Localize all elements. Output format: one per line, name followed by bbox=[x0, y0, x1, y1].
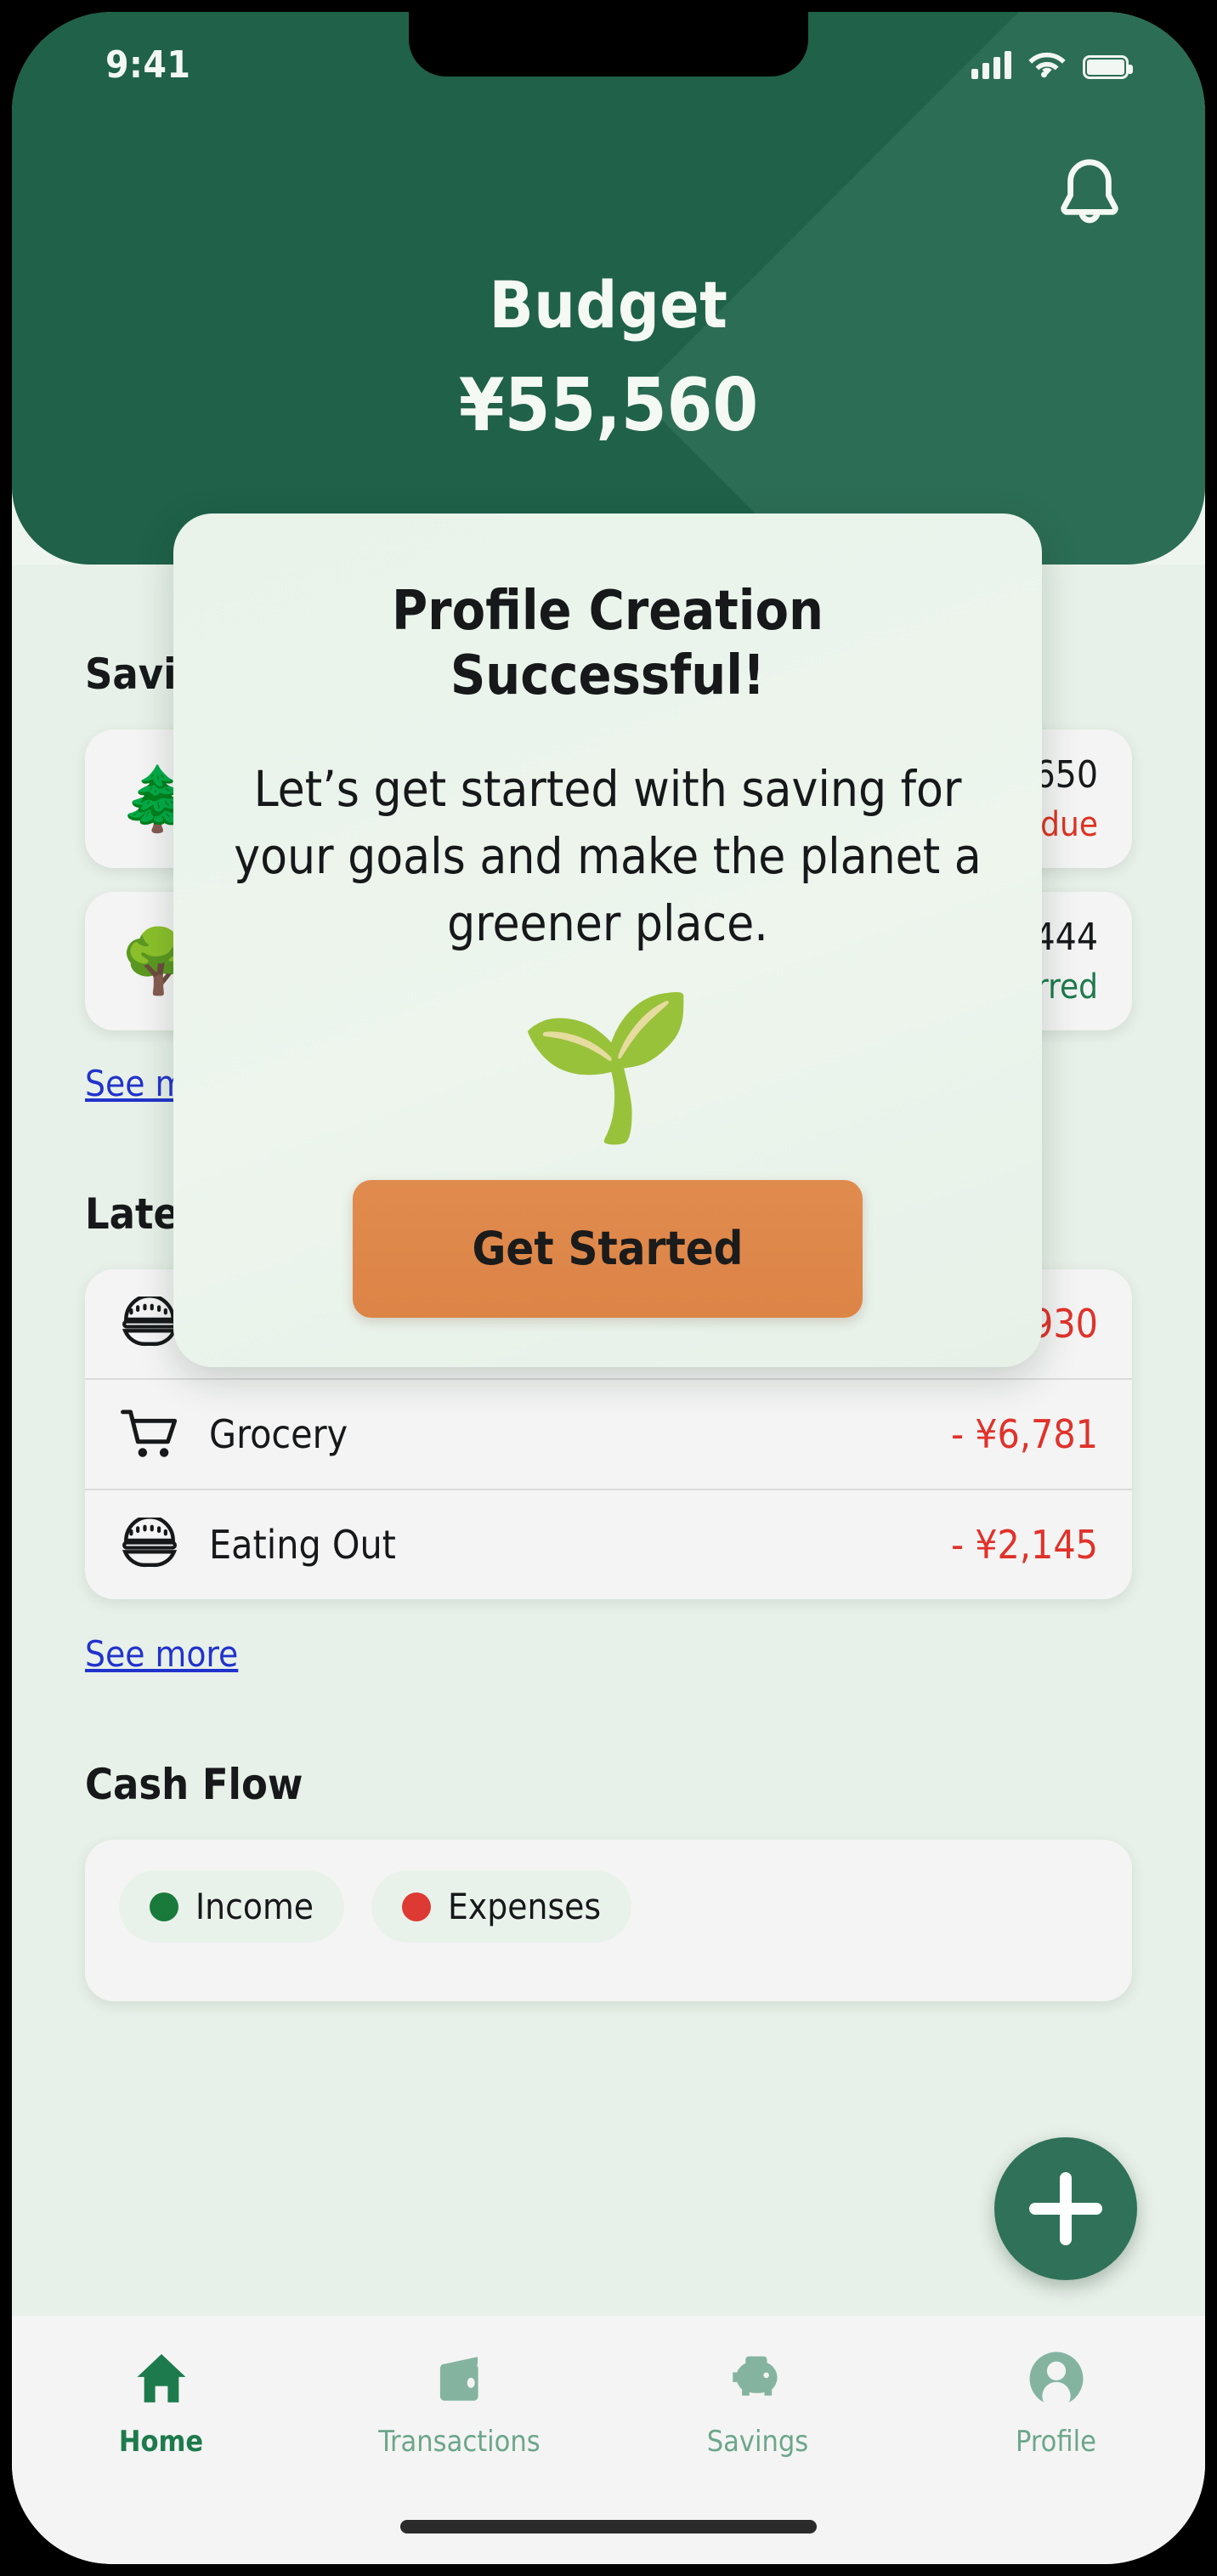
transaction-name: Eating Out bbox=[209, 1522, 396, 1568]
device-notch bbox=[409, 12, 808, 77]
phone-screenshot-frame: 9:41 Budget ¥55,560 Savings 🌲 ,650 rdue … bbox=[0, 0, 1217, 2576]
legend-label: Expenses bbox=[448, 1886, 602, 1927]
notification-bell-button[interactable] bbox=[1049, 155, 1130, 248]
table-row[interactable]: Grocery - ¥6,781 bbox=[85, 1380, 1132, 1490]
cellular-signal-icon bbox=[971, 50, 1011, 79]
cash-flow-section-title: Cash Flow bbox=[85, 1760, 303, 1809]
nav-item-home[interactable]: Home bbox=[12, 2345, 310, 2459]
status-bar-clock: 9:41 bbox=[105, 43, 191, 87]
page-title: Budget bbox=[489, 267, 728, 343]
budget-amount: ¥55,560 bbox=[458, 363, 759, 448]
cash-flow-card: Income Expenses bbox=[85, 1840, 1132, 2001]
get-started-button[interactable]: Get Started bbox=[353, 1179, 863, 1318]
transaction-name: Grocery bbox=[209, 1411, 348, 1457]
person-icon bbox=[1025, 2345, 1088, 2413]
bell-icon bbox=[1061, 159, 1118, 224]
table-row[interactable]: Eating Out - ¥2,145 bbox=[85, 1490, 1132, 1599]
plus-icon-stem bbox=[1060, 2172, 1072, 2245]
profile-success-modal: Profile Creation Successful! Let’s get s… bbox=[173, 513, 1042, 1367]
wifi-icon bbox=[1028, 52, 1066, 78]
header-text-block: Budget ¥55,560 bbox=[12, 267, 1205, 448]
transaction-amount: - ¥6,781 bbox=[951, 1411, 1098, 1457]
legend-chip-income[interactable]: Income bbox=[119, 1870, 345, 1943]
nav-label: Transactions bbox=[378, 2425, 541, 2459]
seedling-icon: 🌱 bbox=[518, 982, 697, 1149]
nav-label: Home bbox=[118, 2425, 204, 2459]
legend-chip-expenses[interactable]: Expenses bbox=[371, 1870, 632, 1943]
battery-icon bbox=[1083, 55, 1133, 79]
expenses-color-dot bbox=[402, 1892, 432, 1921]
add-transaction-fab[interactable] bbox=[994, 2137, 1137, 2280]
modal-title: Profile Creation Successful! bbox=[391, 580, 824, 707]
burger-icon bbox=[119, 1516, 201, 1574]
legend-label: Income bbox=[195, 1886, 314, 1927]
latest-see-more-link[interactable]: See more bbox=[85, 1633, 238, 1675]
home-indicator bbox=[400, 2520, 817, 2533]
phone-screen: 9:41 Budget ¥55,560 Savings 🌲 ,650 rdue … bbox=[12, 12, 1205, 2564]
income-color-dot bbox=[150, 1892, 178, 1921]
cash-flow-legend: Income Expenses bbox=[119, 1870, 1098, 1943]
nav-item-savings[interactable]: Savings bbox=[608, 2345, 907, 2459]
shopping-cart-icon bbox=[119, 1405, 201, 1463]
status-bar-icons bbox=[971, 50, 1133, 79]
piggy-bank-icon bbox=[725, 2345, 791, 2413]
nav-item-profile[interactable]: Profile bbox=[907, 2345, 1205, 2459]
transaction-amount: - ¥2,145 bbox=[951, 1522, 1098, 1568]
nav-item-transactions[interactable]: Transactions bbox=[310, 2345, 608, 2459]
nav-label: Savings bbox=[706, 2425, 809, 2459]
wallet-icon bbox=[429, 2345, 490, 2413]
nav-label: Profile bbox=[1016, 2425, 1096, 2459]
home-icon bbox=[130, 2345, 193, 2413]
modal-body-text: Let’s get started with saving for your g… bbox=[234, 760, 982, 952]
